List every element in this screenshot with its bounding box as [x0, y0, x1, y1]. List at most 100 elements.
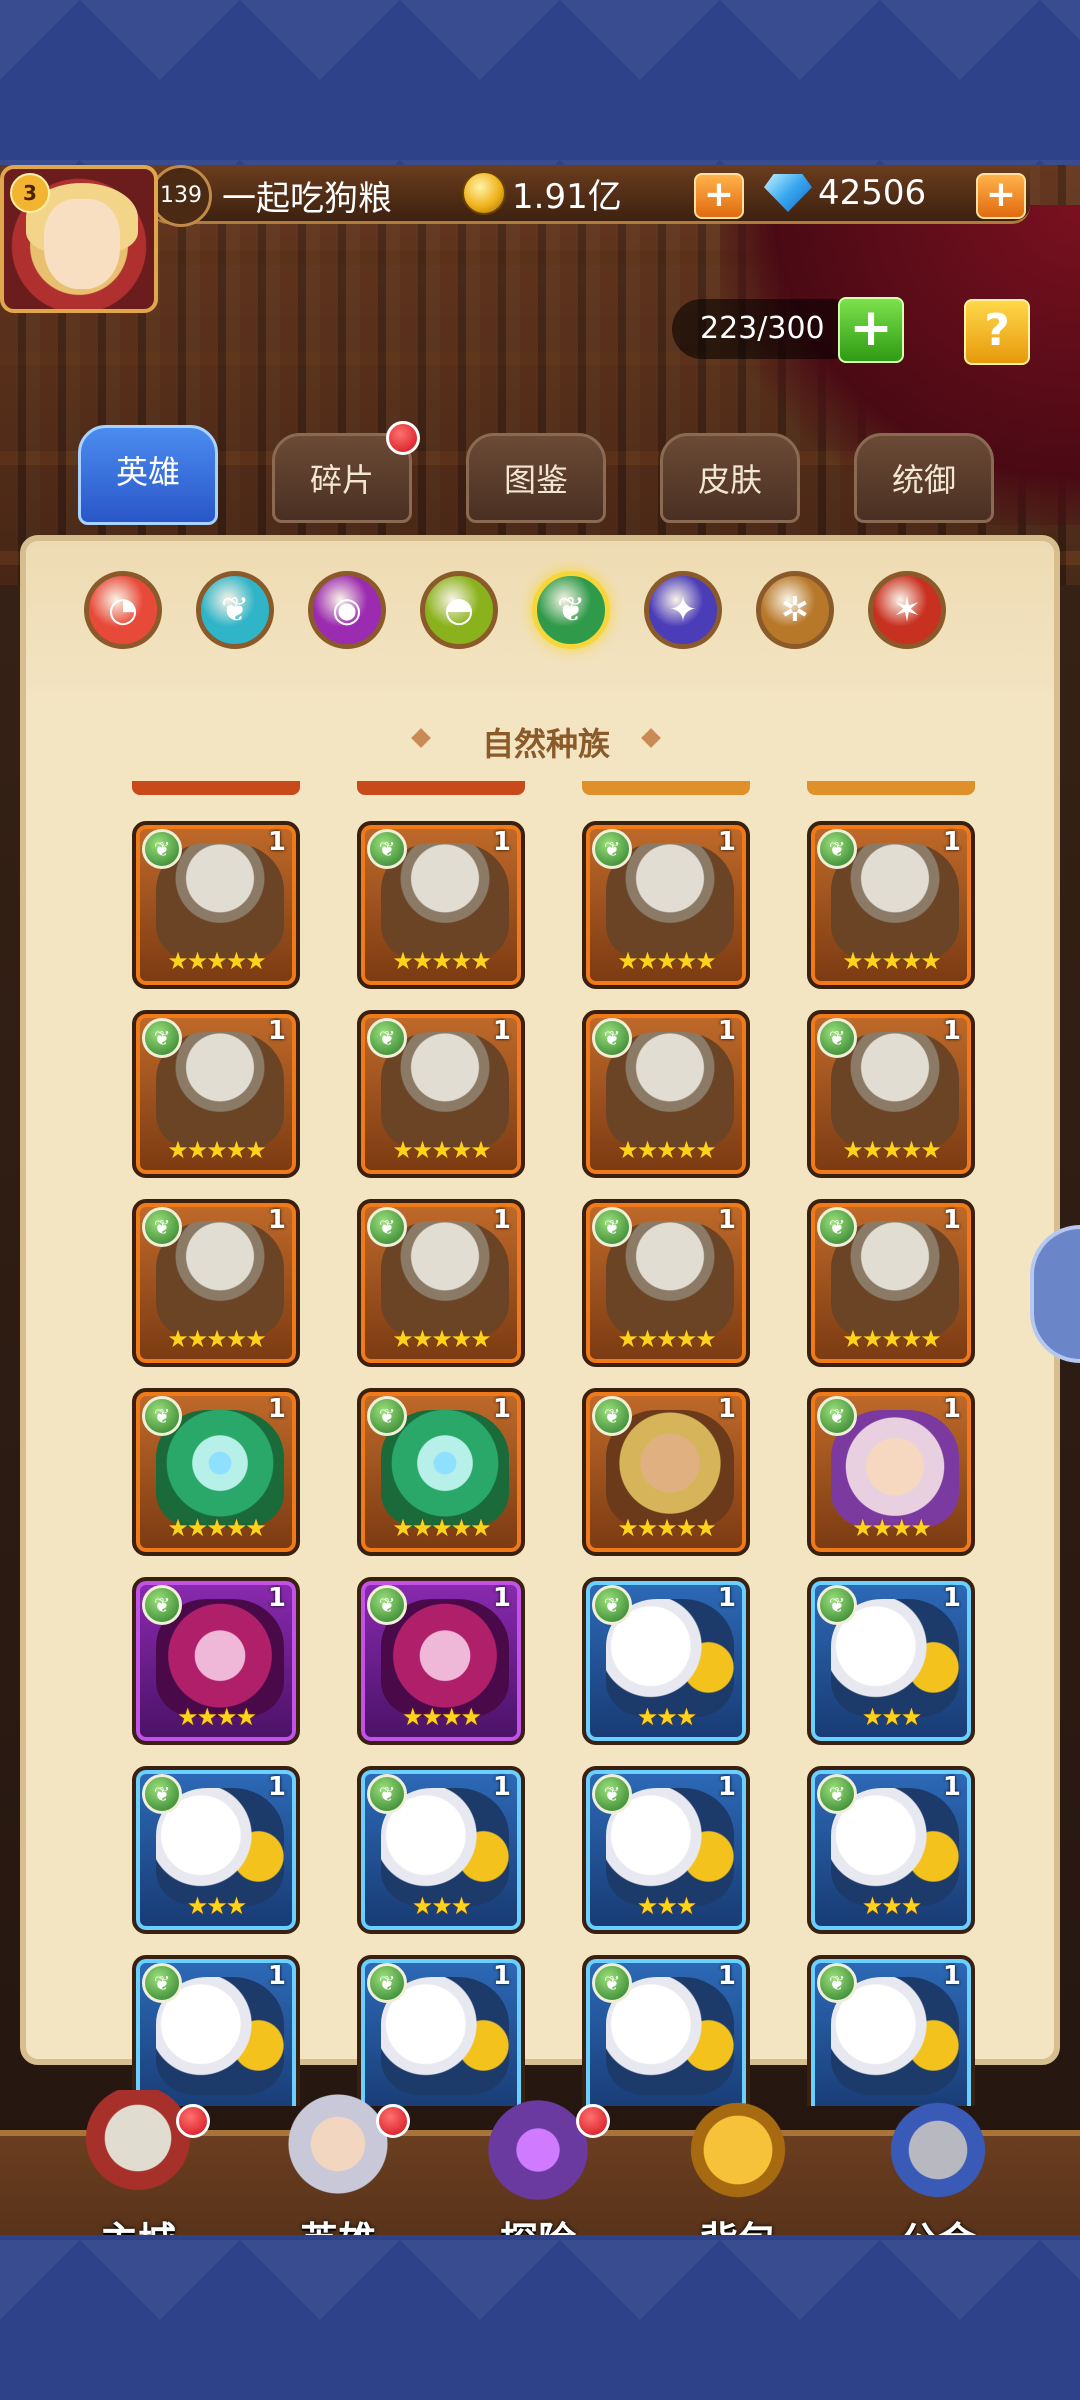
hero-level: 1	[267, 1016, 286, 1046]
hero-level: 1	[717, 1961, 736, 1991]
hero-card[interactable]: ❦ 1 ★★★★★	[807, 821, 975, 989]
hero-card[interactable]: ❦ 1	[132, 1955, 300, 2106]
hero-card[interactable]: ❦ 1 ★★★	[132, 1766, 300, 1934]
nature-race-icon: ❦	[592, 829, 632, 869]
hero-card[interactable]: ❦ 1 ★★★★★	[357, 821, 525, 989]
hero-level: 1	[267, 1583, 286, 1613]
race-filter-dark-icon[interactable]: ◉	[308, 571, 386, 649]
tab-2[interactable]: 图鉴	[466, 433, 606, 523]
nature-race-icon: ❦	[817, 1963, 857, 2003]
hero-card[interactable]: ❦ 1 ★★★★★	[582, 821, 750, 989]
hero-level: 1	[717, 827, 736, 857]
race-filter-nature-icon[interactable]: ❦	[532, 571, 610, 649]
hero-stars: ★★★	[636, 1703, 698, 1731]
hero-stars: ★★★★★	[842, 947, 942, 975]
hero-level: 1	[717, 1205, 736, 1235]
nature-race-icon: ❦	[142, 1963, 182, 2003]
nature-race-icon: ❦	[817, 1018, 857, 1058]
player-avatar[interactable]: 3	[0, 165, 158, 313]
hero-card[interactable]: ❦ 1 ★★★	[807, 1577, 975, 1745]
hero-stars: ★★★★★	[392, 1514, 492, 1542]
nav-guild-tower[interactable]: 公会	[858, 2090, 1018, 2235]
partial-card-top	[357, 781, 525, 795]
nature-race-icon: ❦	[142, 1396, 182, 1436]
hero-card[interactable]: ❦ 1 ★★★★★	[357, 1388, 525, 1556]
add-gold-button[interactable]: +	[694, 173, 744, 219]
help-button[interactable]: ?	[964, 299, 1030, 365]
hero-card[interactable]: ❦ 1 ★★★★★	[807, 1010, 975, 1178]
notification-badge	[576, 2104, 610, 2138]
hero-stars: ★★★★★	[167, 947, 267, 975]
hero-stars: ★★★★★	[617, 1514, 717, 1542]
hero-card[interactable]: ❦ 1 ★★★★★	[582, 1010, 750, 1178]
hero-card[interactable]: ❦ 1 ★★★★★	[132, 1388, 300, 1556]
hero-card[interactable]: ❦ 1 ★★★	[582, 1577, 750, 1745]
hero-card[interactable]: ❦ 1 ★★★	[582, 1766, 750, 1934]
hero-card[interactable]: ❦ 1	[357, 1955, 525, 2106]
partial-card-top	[807, 781, 975, 795]
race-filter-earth-icon[interactable]: ◓	[420, 571, 498, 649]
hero-level: 1	[717, 1016, 736, 1046]
hero-level: 1	[717, 1583, 736, 1613]
hero-level: 1	[717, 1772, 736, 1802]
tab-4[interactable]: 统御	[854, 433, 994, 523]
hero-card[interactable]: ❦ 1 ★★★★★	[132, 1199, 300, 1367]
nature-race-icon: ❦	[367, 1207, 407, 1247]
hero-stars: ★★★★★	[617, 1325, 717, 1353]
hero-card[interactable]: ❦ 1 ★★★★★	[357, 1010, 525, 1178]
nature-race-icon: ❦	[592, 1963, 632, 2003]
hero-level: 1	[267, 1394, 286, 1424]
nature-race-icon: ❦	[367, 1018, 407, 1058]
add-diamond-button[interactable]: +	[976, 173, 1026, 219]
hero-card[interactable]: ❦ 1 ★★★★★	[132, 821, 300, 989]
nav-castle[interactable]: 主城	[58, 2090, 218, 2235]
game-screen: 139 一起吃狗粮 1.91亿 + 42506 + 3 223/300 + ? …	[0, 165, 1080, 2235]
hero-card[interactable]: ❦ 1 ★★★★	[357, 1577, 525, 1745]
hero-card[interactable]: ❦ 1	[807, 1955, 975, 2106]
race-filter-demon-icon[interactable]: ✦	[644, 571, 722, 649]
hero-card[interactable]: ❦ 1 ★★★★★	[807, 1199, 975, 1367]
race-filter-light-icon[interactable]: ✲	[756, 571, 834, 649]
player-level-badge: 139	[150, 165, 212, 227]
hero-level: 1	[942, 827, 961, 857]
avatar-face	[44, 199, 120, 289]
hero-level: 1	[942, 1394, 961, 1424]
nav-portal[interactable]: 探险	[458, 2090, 618, 2235]
hero-stars: ★★★★★	[392, 947, 492, 975]
nav-hero[interactable]: 英雄	[258, 2090, 418, 2235]
hero-card[interactable]: ❦ 1 ★★★★★	[582, 1388, 750, 1556]
nav-label: 探险	[458, 2210, 618, 2235]
nature-race-icon: ❦	[367, 1396, 407, 1436]
hero-stars: ★★★★	[176, 1703, 257, 1731]
hero-level: 1	[492, 1394, 511, 1424]
hero-stars: ★★★★★	[392, 1325, 492, 1353]
race-filter-all-icon[interactable]: ◔	[84, 571, 162, 649]
hero-card[interactable]: ❦ 1 ★★★★	[807, 1388, 975, 1556]
hero-stars: ★★★★★	[392, 1136, 492, 1164]
notification-badge	[176, 2104, 210, 2138]
hero-card[interactable]: ❦ 1 ★★★	[357, 1766, 525, 1934]
expand-capacity-button[interactable]: +	[838, 297, 904, 363]
hero-card[interactable]: ❦ 1 ★★★★	[132, 1577, 300, 1745]
hero-stars: ★★★	[636, 1892, 698, 1920]
hero-card[interactable]: ❦ 1 ★★★★★	[132, 1010, 300, 1178]
hero-level: 1	[717, 1394, 736, 1424]
race-filter-fire-icon[interactable]: ✶	[868, 571, 946, 649]
hero-stars: ★★★★★	[617, 947, 717, 975]
hero-level: 1	[492, 1205, 511, 1235]
guild-tower-icon	[878, 2090, 998, 2210]
nature-race-icon: ❦	[142, 1018, 182, 1058]
tab-0[interactable]: 英雄	[78, 425, 218, 525]
hero-level: 1	[492, 1583, 511, 1613]
hero-card[interactable]: ❦ 1 ★★★	[807, 1766, 975, 1934]
race-filter-water-icon[interactable]: ❦	[196, 571, 274, 649]
hero-card[interactable]: ❦ 1 ★★★★★	[582, 1199, 750, 1367]
nature-race-icon: ❦	[142, 1585, 182, 1625]
nav-backpack[interactable]: 背包	[658, 2090, 818, 2235]
hero-level: 1	[942, 1772, 961, 1802]
nature-race-icon: ❦	[817, 1774, 857, 1814]
hero-card[interactable]: ❦ 1	[582, 1955, 750, 2106]
tab-3[interactable]: 皮肤	[660, 433, 800, 523]
nature-race-icon: ❦	[142, 1774, 182, 1814]
hero-card[interactable]: ❦ 1 ★★★★★	[357, 1199, 525, 1367]
